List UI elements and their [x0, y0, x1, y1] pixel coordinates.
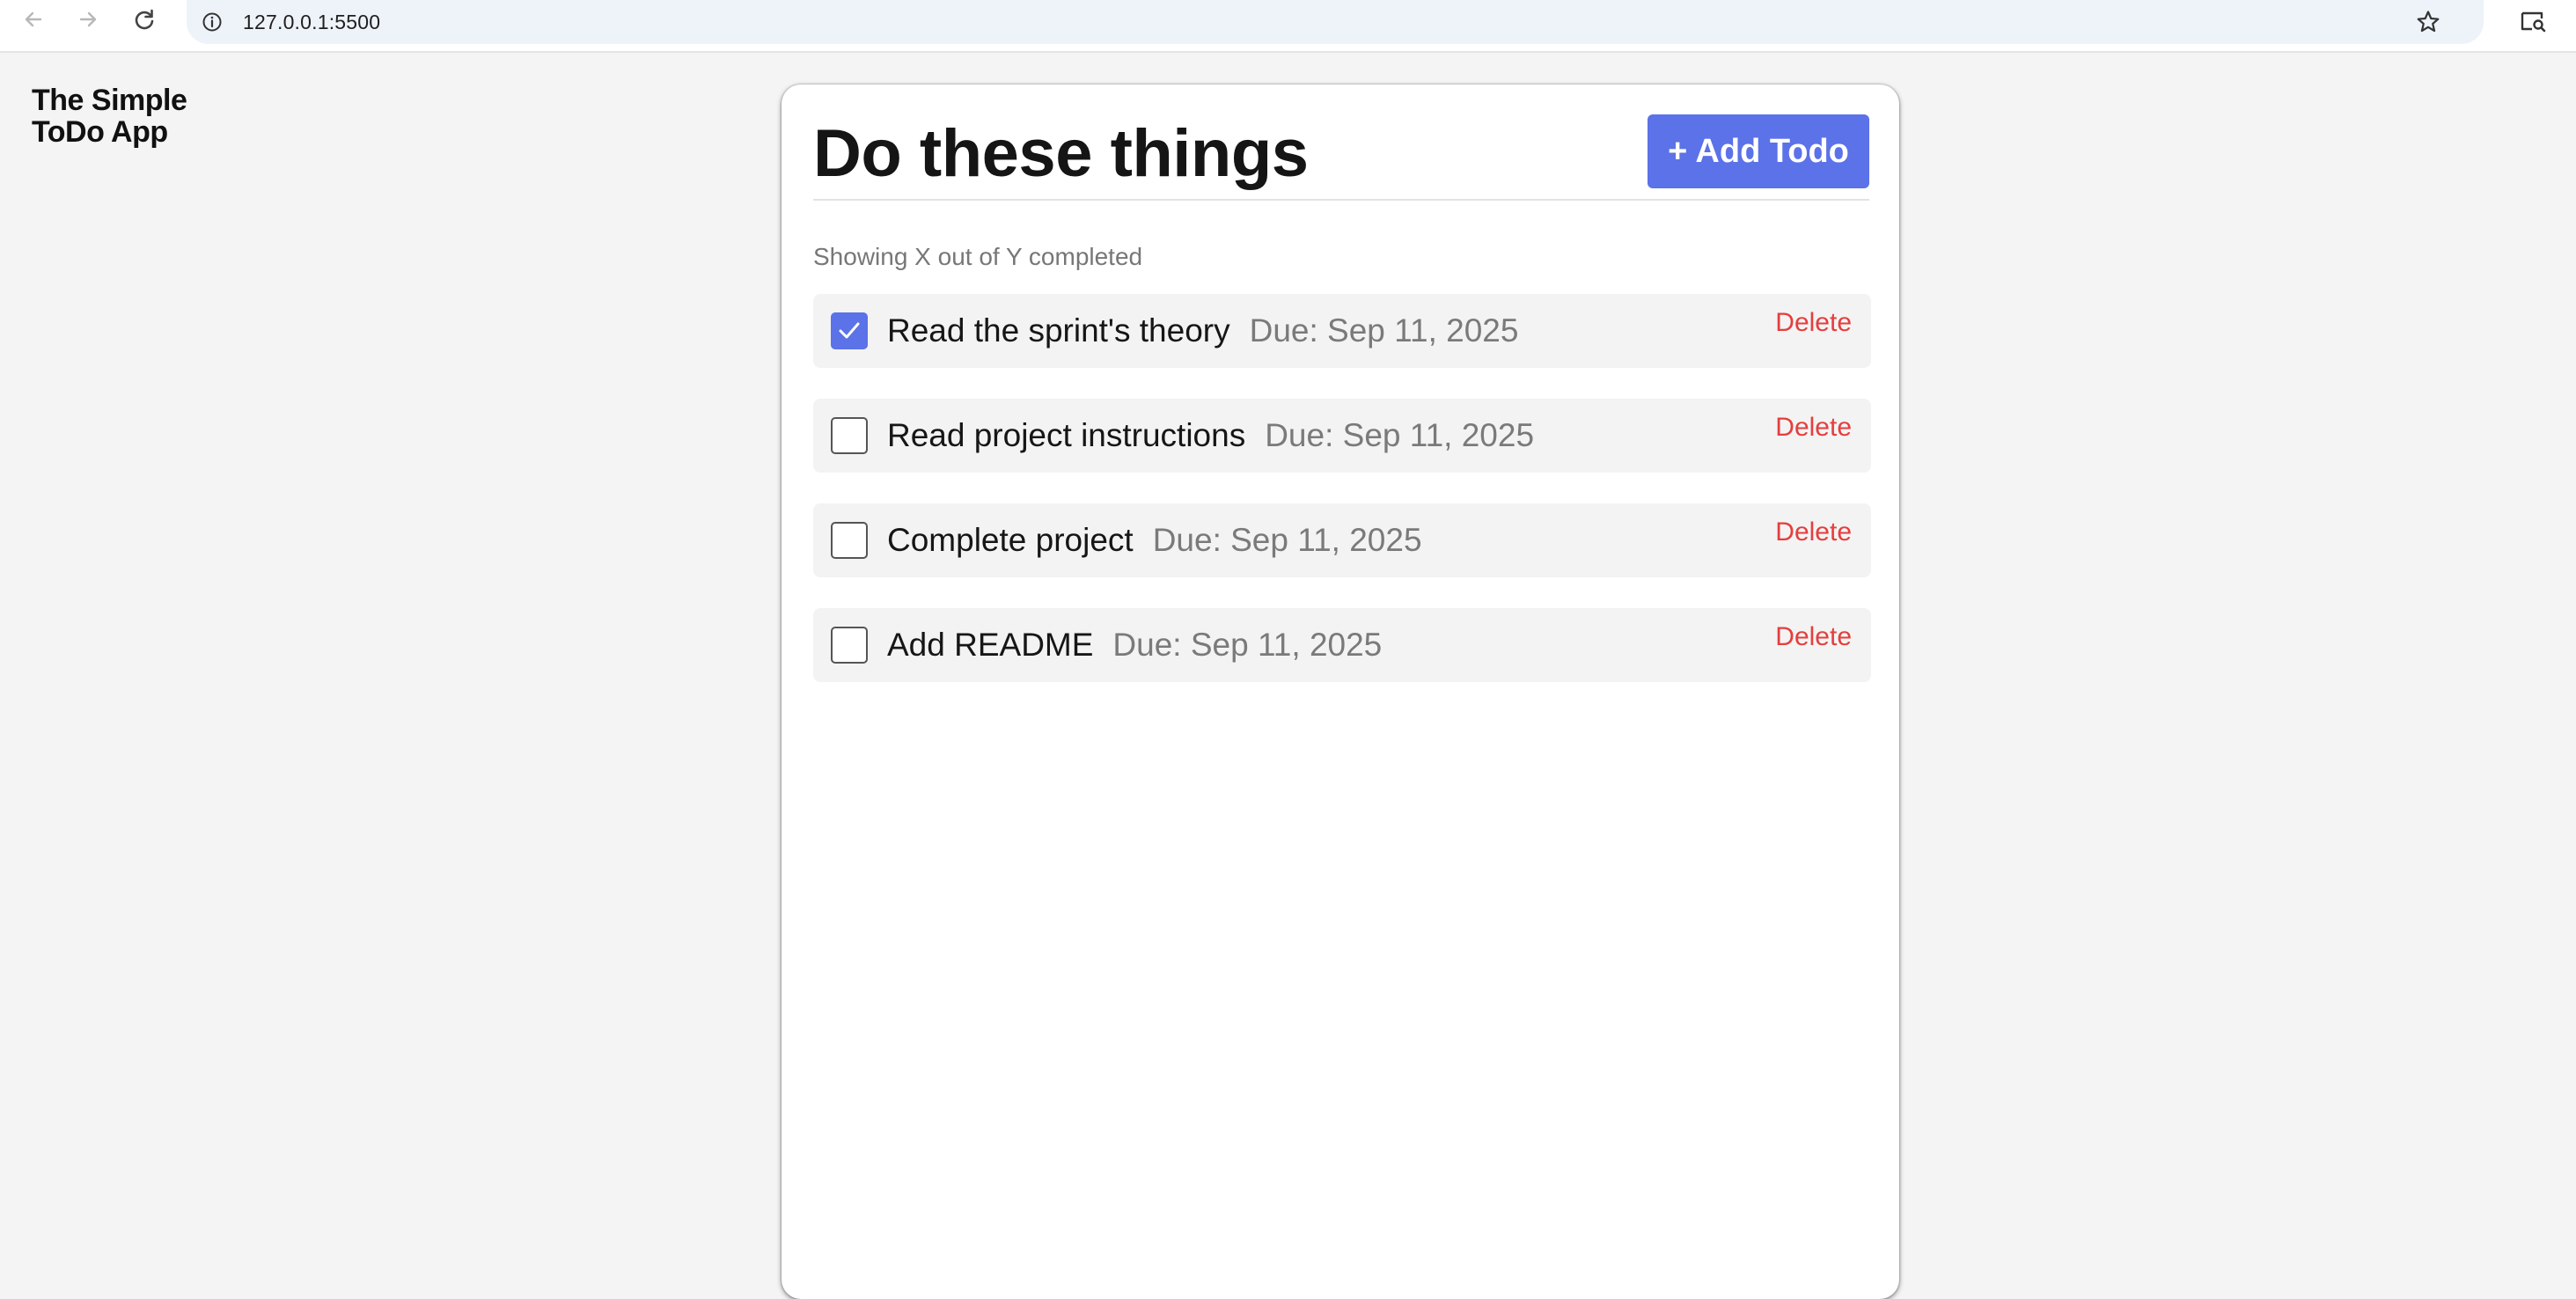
- todo-item: Read project instructions Due: Sep 11, 2…: [813, 399, 1871, 473]
- delete-button[interactable]: Delete: [1775, 413, 1852, 443]
- todo-due-date: Due: Sep 11, 2025: [1112, 627, 1383, 663]
- todo-checkbox[interactable]: [831, 522, 868, 559]
- todo-title: Read the sprint's theory: [887, 312, 1230, 349]
- delete-button[interactable]: Delete: [1775, 622, 1852, 652]
- reload-icon[interactable]: [128, 4, 160, 35]
- extension-search-icon[interactable]: [2517, 5, 2549, 37]
- todo-due-date: Due: Sep 11, 2025: [1249, 312, 1519, 349]
- todo-item: Add README Due: Sep 11, 2025 Delete: [813, 608, 1871, 682]
- url-text[interactable]: 127.0.0.1:5500: [243, 11, 380, 34]
- todo-checkbox[interactable]: [831, 417, 868, 454]
- todo-title: Complete project: [887, 522, 1134, 558]
- todo-text: Add README Due: Sep 11, 2025: [887, 608, 1382, 682]
- todo-due-date: Due: Sep 11, 2025: [1152, 522, 1422, 558]
- page-title: Do these things: [813, 116, 1309, 191]
- todo-text: Read project instructions Due: Sep 11, 2…: [887, 399, 1534, 473]
- site-info-icon[interactable]: [199, 9, 225, 35]
- delete-button[interactable]: Delete: [1775, 308, 1852, 338]
- bookmark-star-icon[interactable]: [2413, 7, 2443, 37]
- todo-item: Complete project Due: Sep 11, 2025 Delet…: [813, 503, 1871, 577]
- card-header: Do these things + Add Todo: [813, 114, 1869, 201]
- todo-title: Add README: [887, 627, 1094, 663]
- todo-item: Read the sprint's theory Due: Sep 11, 20…: [813, 294, 1871, 368]
- forward-arrow-icon[interactable]: [72, 4, 104, 35]
- todo-card: Do these things + Add Todo Showing X out…: [782, 84, 1899, 1299]
- completion-summary: Showing X out of Y completed: [813, 243, 1143, 270]
- back-arrow-icon[interactable]: [18, 4, 49, 35]
- todo-checkbox[interactable]: [831, 312, 868, 349]
- add-todo-button[interactable]: + Add Todo: [1648, 114, 1869, 188]
- todo-title: Read project instructions: [887, 417, 1246, 453]
- browser-toolbar: 127.0.0.1:5500: [0, 0, 2576, 53]
- todo-text: Read the sprint's theory Due: Sep 11, 20…: [887, 294, 1518, 368]
- todo-list: Read the sprint's theory Due: Sep 11, 20…: [813, 294, 1871, 713]
- todo-due-date: Due: Sep 11, 2025: [1265, 417, 1535, 453]
- todo-text: Complete project Due: Sep 11, 2025: [887, 503, 1422, 577]
- checkmark-icon: [839, 322, 860, 339]
- address-bar[interactable]: 127.0.0.1:5500: [187, 0, 2484, 44]
- todo-checkbox[interactable]: [831, 627, 868, 664]
- delete-button[interactable]: Delete: [1775, 517, 1852, 547]
- app-brand: The Simple ToDo App: [32, 84, 187, 149]
